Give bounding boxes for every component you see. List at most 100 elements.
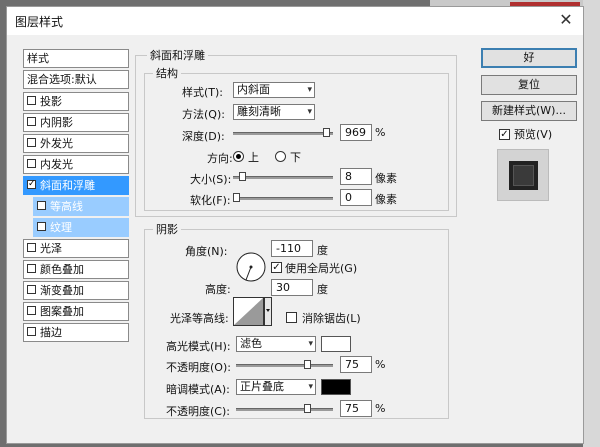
style-dropdown[interactable]: 内斜面 ▾	[233, 82, 315, 98]
angle-label: 角度(N):	[185, 245, 228, 258]
blend-options-item[interactable]: 混合选项:默认	[23, 70, 129, 89]
highlight-opacity-input[interactable]: 75	[340, 356, 372, 373]
highlight-opacity-thumb[interactable]	[304, 360, 311, 369]
highlight-mode-dropdown[interactable]: 滤色 ▾	[236, 336, 316, 352]
style-list: 样式 混合选项:默认 投影内阴影外发光内发光 ✓ 斜面和浮雕等高线纹理光泽颜色叠加渐…	[23, 49, 129, 344]
size-slider-thumb[interactable]	[239, 172, 246, 181]
size-input[interactable]: 8	[340, 168, 372, 185]
direction-down-label: 下	[290, 151, 301, 164]
size-label: 大小(S):	[190, 173, 232, 186]
style-item-checkbox[interactable]	[37, 222, 46, 231]
chevron-down-icon: ▾	[307, 107, 312, 117]
size-slider[interactable]	[233, 172, 333, 182]
depth-unit: %	[375, 126, 386, 139]
depth-label: 深度(D):	[182, 130, 225, 143]
depth-slider-thumb[interactable]	[323, 128, 330, 137]
soften-slider-thumb[interactable]	[233, 193, 240, 202]
angle-input[interactable]: -110	[271, 240, 313, 257]
antialias-checkbox[interactable]	[286, 312, 297, 323]
close-icon[interactable]: ✕	[553, 9, 579, 31]
style-item-checkbox[interactable]: ✓	[27, 180, 36, 189]
direction-up-radio[interactable]	[233, 151, 244, 162]
style-item-checkbox[interactable]	[27, 243, 36, 252]
chevron-down-icon: ▾	[308, 339, 313, 349]
style-item-11[interactable]: 描边	[23, 323, 129, 342]
style-item-checkbox[interactable]	[27, 327, 36, 336]
style-item-2[interactable]: 外发光	[23, 134, 129, 153]
style-item-checkbox[interactable]	[27, 96, 36, 105]
highlight-opacity-label: 不透明度(O):	[166, 361, 231, 374]
altitude-input[interactable]: 30	[271, 279, 313, 296]
soften-unit: 像素	[375, 193, 397, 206]
shadow-mode-label: 暗调模式(A):	[166, 383, 230, 396]
style-label: 样式(T):	[182, 86, 224, 99]
style-item-label: 渐变叠加	[40, 284, 84, 297]
shadow-opacity-thumb[interactable]	[304, 404, 311, 413]
highlight-mode-value: 滤色	[240, 337, 262, 350]
style-item-checkbox[interactable]	[27, 159, 36, 168]
styles-header[interactable]: 样式	[23, 49, 129, 68]
style-value: 内斜面	[237, 83, 270, 96]
style-item-label: 颜色叠加	[40, 263, 84, 276]
style-item-checkbox[interactable]	[27, 285, 36, 294]
global-light-label: 使用全局光(G)	[285, 262, 358, 275]
gloss-contour-picker[interactable]	[233, 297, 273, 327]
soften-slider[interactable]	[233, 193, 333, 203]
style-item-8[interactable]: 颜色叠加	[23, 260, 129, 279]
gloss-contour-label: 光泽等高线:	[170, 312, 229, 325]
highlight-color-swatch[interactable]	[321, 336, 351, 352]
depth-input[interactable]: 969	[340, 124, 372, 141]
style-item-label: 图案叠加	[40, 305, 84, 318]
method-value: 雕刻清晰	[237, 105, 281, 118]
highlight-opacity-slider[interactable]	[236, 360, 333, 370]
shadow-opacity-label: 不透明度(C):	[166, 405, 230, 418]
shadow-mode-value: 正片叠底	[240, 380, 284, 393]
style-item-3[interactable]: 内发光	[23, 155, 129, 174]
angle-dial[interactable]	[235, 251, 267, 283]
direction-label: 方向:	[207, 152, 233, 165]
style-item-label: 外发光	[40, 137, 73, 150]
style-item-4[interactable]: ✓ 斜面和浮雕	[23, 176, 129, 195]
new-style-button[interactable]: 新建样式(W)...	[481, 101, 577, 121]
structure-title: 结构	[153, 65, 181, 81]
shadow-opacity-slider[interactable]	[236, 404, 333, 414]
style-item-1[interactable]: 内阴影	[23, 113, 129, 132]
highlight-opacity-unit: %	[375, 358, 386, 371]
style-item-checkbox[interactable]	[37, 201, 46, 210]
layer-style-dialog: 图层样式 ✕ 样式 混合选项:默认 投影内阴影外发光内发光 ✓ 斜面和浮雕等高线纹理…	[6, 6, 584, 444]
direction-down-radio[interactable]	[275, 151, 286, 162]
soften-input[interactable]: 0	[340, 189, 372, 206]
style-item-checkbox[interactable]	[27, 138, 36, 147]
method-label: 方法(Q):	[182, 108, 225, 121]
method-dropdown[interactable]: 雕刻清晰 ▾	[233, 104, 315, 120]
style-item-label: 等高线	[50, 200, 83, 213]
style-item-0[interactable]: 投影	[23, 92, 129, 111]
shading-title: 阴影	[153, 221, 181, 237]
style-item-label: 描边	[40, 326, 62, 339]
soften-label: 软化(F):	[190, 194, 231, 207]
style-item-checkbox[interactable]	[27, 306, 36, 315]
shadow-color-swatch[interactable]	[321, 379, 351, 395]
preview-checkbox[interactable]: ✓	[499, 129, 510, 140]
contour-preview-icon	[233, 297, 272, 326]
angle-dial-icon	[236, 252, 266, 282]
shadow-opacity-input[interactable]: 75	[340, 400, 372, 417]
style-item-9[interactable]: 渐变叠加	[23, 281, 129, 300]
ok-button[interactable]: 好	[481, 48, 577, 68]
style-item-checkbox[interactable]	[27, 264, 36, 273]
title-bar: 图层样式 ✕	[7, 7, 583, 35]
reset-button[interactable]: 复位	[481, 75, 577, 95]
depth-slider[interactable]	[233, 128, 333, 138]
global-light-checkbox[interactable]: ✓	[271, 262, 282, 273]
altitude-label: 高度:	[205, 283, 231, 296]
style-item-7[interactable]: 光泽	[23, 239, 129, 258]
angle-unit: 度	[317, 244, 328, 257]
style-item-10[interactable]: 图案叠加	[23, 302, 129, 321]
style-item-label: 纹理	[50, 221, 72, 234]
altitude-unit: 度	[317, 283, 328, 296]
shadow-opacity-unit: %	[375, 402, 386, 415]
style-item-checkbox[interactable]	[27, 117, 36, 126]
style-item-5[interactable]: 等高线	[33, 197, 129, 216]
style-item-6[interactable]: 纹理	[33, 218, 129, 237]
shadow-mode-dropdown[interactable]: 正片叠底 ▾	[236, 379, 316, 395]
